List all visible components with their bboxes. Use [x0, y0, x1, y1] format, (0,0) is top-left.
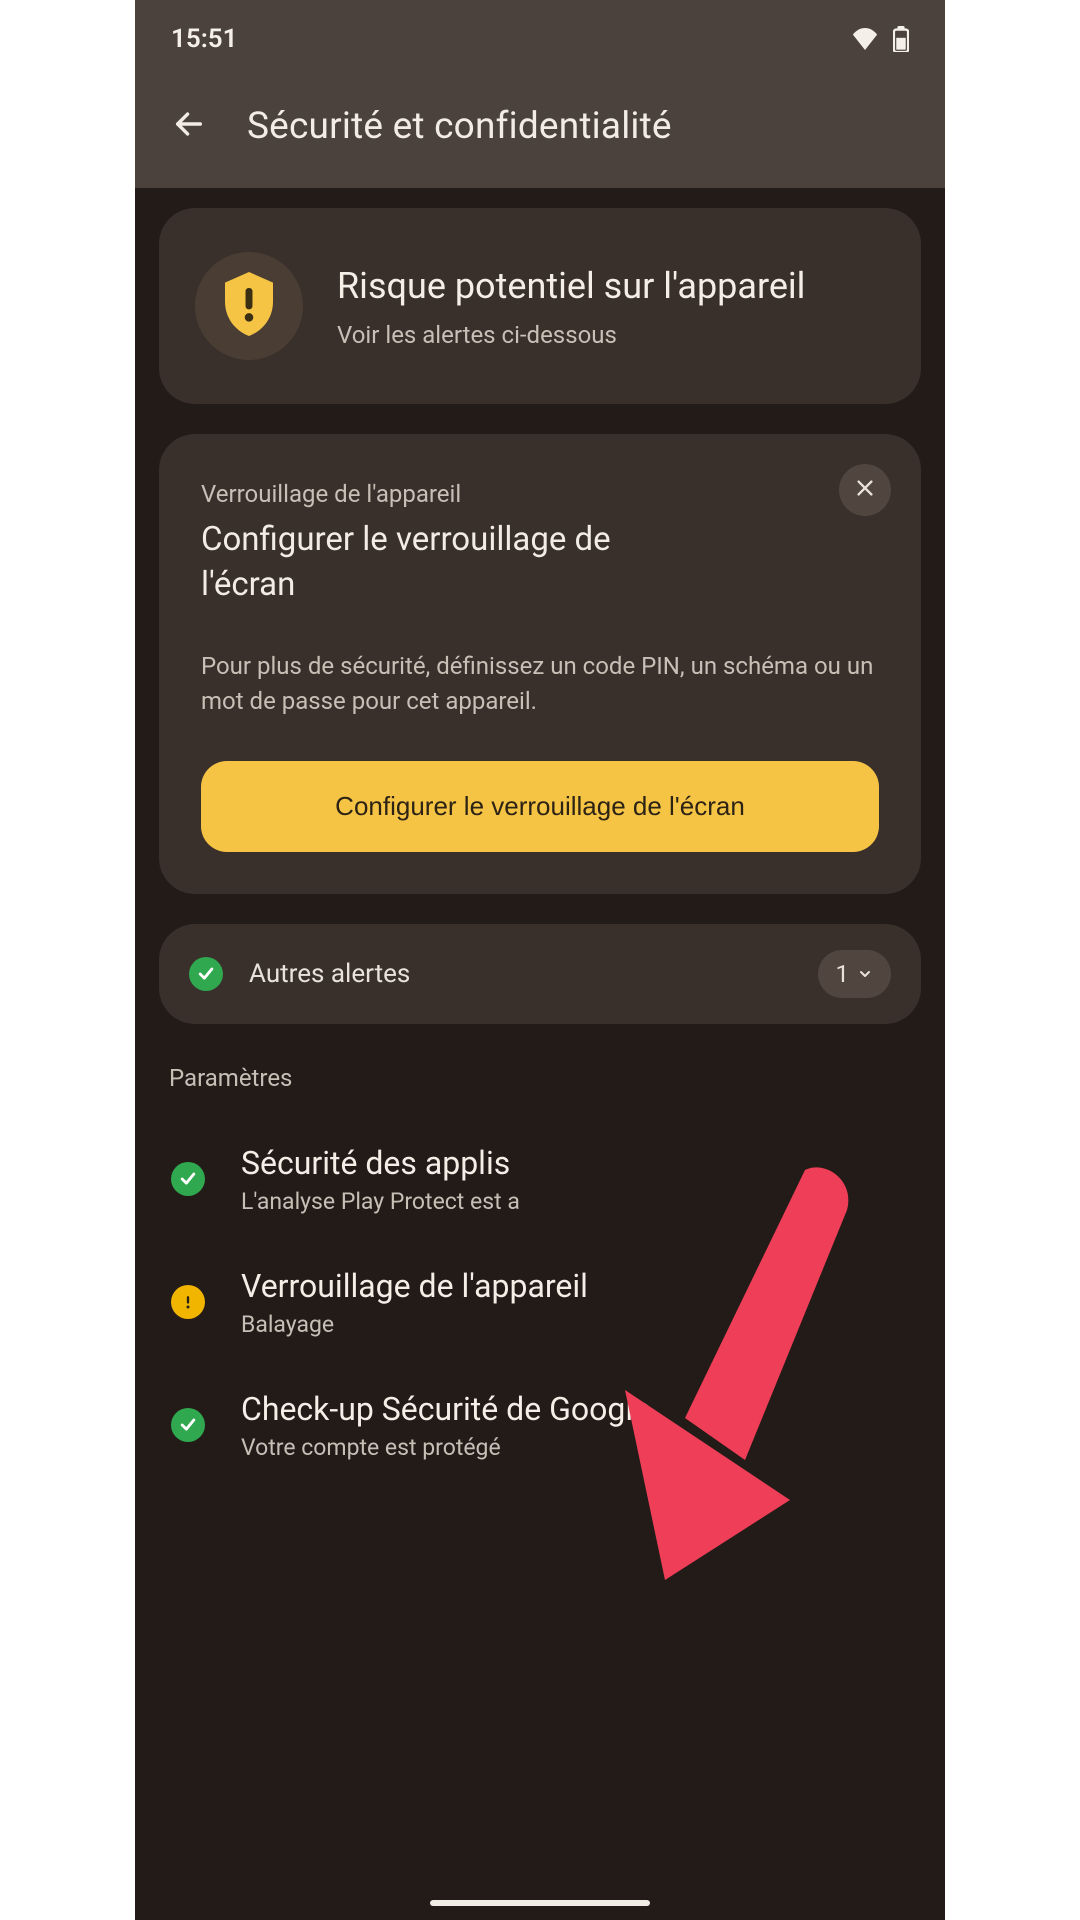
- setting-subtitle: Balayage: [241, 1311, 588, 1338]
- check-circle-icon: [171, 1162, 205, 1196]
- section-heading-parametres: Paramètres: [169, 1064, 911, 1092]
- setting-title: Sécurité des applis: [241, 1144, 520, 1182]
- arrow-left-icon: [172, 107, 206, 145]
- home-indicator: [430, 1900, 650, 1906]
- battery-icon: [893, 26, 909, 52]
- setting-subtitle: L'analyse Play Protect est a: [241, 1188, 520, 1215]
- status-bar: 15:51: [135, 0, 945, 68]
- shield-alert-icon: [221, 272, 277, 340]
- page-title: Sécurité et confidentialité: [247, 105, 672, 148]
- other-alerts-count-pill[interactable]: 1: [818, 950, 892, 998]
- lock-card-description: Pour plus de sécurité, définissez un cod…: [201, 649, 879, 719]
- status-time: 15:51: [171, 24, 238, 54]
- other-alerts-row[interactable]: Autres alertes 1: [159, 924, 921, 1024]
- page-header: Sécurité et confidentialité: [135, 68, 945, 188]
- alert-circle-icon: [171, 1285, 205, 1319]
- setting-google-security-checkup[interactable]: Check-up Sécurité de Google Votre compte…: [159, 1364, 921, 1487]
- setting-title: Verrouillage de l'appareil: [241, 1267, 588, 1305]
- configure-lock-card: Verrouillage de l'appareil Configurer le…: [159, 434, 921, 894]
- risk-subtitle: Voir les alertes ci-dessous: [337, 321, 805, 349]
- wifi-icon: [851, 28, 879, 50]
- setting-subtitle: Votre compte est protégé: [241, 1434, 650, 1461]
- check-circle-icon: [171, 1408, 205, 1442]
- lock-card-title: Configurer le verrouillage de l'écran: [201, 518, 701, 607]
- chevron-down-icon: [857, 960, 873, 988]
- phone-screen: 15:51 Sécurité et confidentialité: [135, 0, 945, 1920]
- close-icon: [854, 477, 876, 503]
- setting-app-security[interactable]: Sécurité des applis L'analyse Play Prote…: [159, 1118, 921, 1241]
- lock-card-eyebrow: Verrouillage de l'appareil: [201, 480, 879, 508]
- risk-alert-card[interactable]: Risque potentiel sur l'appareil Voir les…: [159, 208, 921, 404]
- check-circle-icon: [189, 957, 223, 991]
- risk-title: Risque potentiel sur l'appareil: [337, 264, 805, 309]
- dismiss-card-button[interactable]: [839, 464, 891, 516]
- configure-lock-button[interactable]: Configurer le verrouillage de l'écran: [201, 761, 879, 852]
- shield-badge: [195, 252, 303, 360]
- content-area: Risque potentiel sur l'appareil Voir les…: [135, 188, 945, 1515]
- status-icons: [851, 26, 909, 52]
- setting-device-lock[interactable]: Verrouillage de l'appareil Balayage: [159, 1241, 921, 1364]
- back-button[interactable]: [165, 102, 213, 150]
- other-alerts-label: Autres alertes: [249, 959, 792, 989]
- setting-title: Check-up Sécurité de Google: [241, 1390, 650, 1428]
- other-alerts-count: 1: [836, 960, 850, 988]
